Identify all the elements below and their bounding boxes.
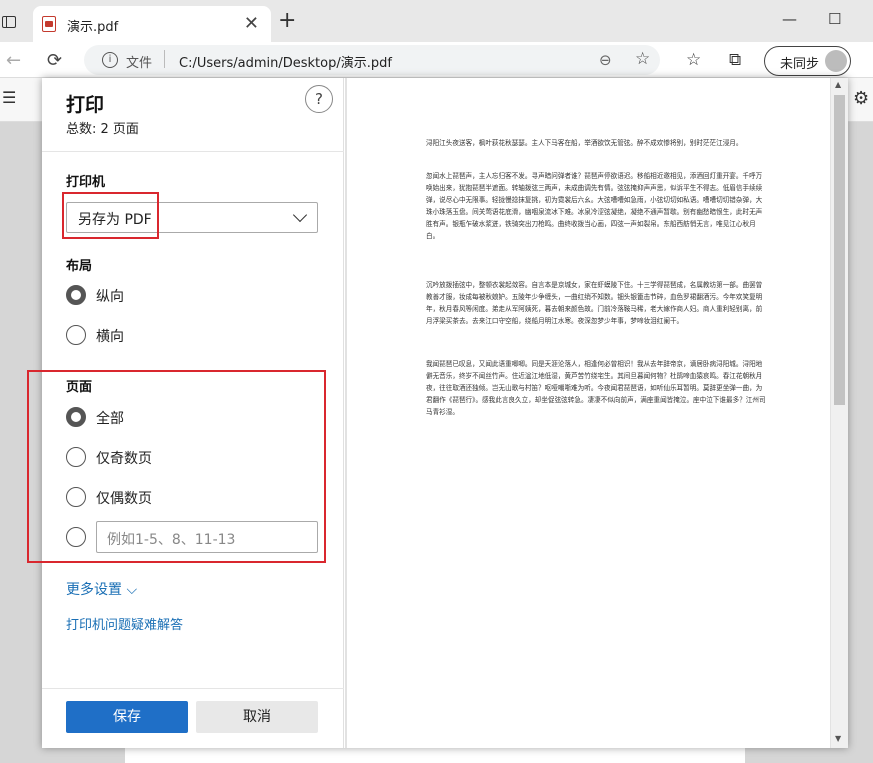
preview-page: 浔阳江头夜送客，枫叶荻花秋瑟瑟。主人下马客在船，举酒欲饮无管弦。醉不成欢惨将别，… — [347, 78, 830, 748]
layout-landscape-radio[interactable] — [66, 325, 86, 345]
scroll-thumb[interactable] — [834, 95, 845, 405]
scroll-up-icon[interactable]: ▲ — [835, 80, 841, 89]
address-bar[interactable]: i 文件 C:/Users/admin/Desktop/演示.pdf ⊖ ☆ — [84, 45, 660, 75]
print-dialog: 打印 总数: 2 页面 ? 打印机 另存为 PDF 布局 纵向 横向 页面 全部… — [27, 78, 848, 748]
scroll-down-icon[interactable]: ▼ — [835, 734, 841, 743]
pages-even-radio[interactable] — [66, 487, 86, 507]
reload-button[interactable]: ⟳ — [47, 50, 62, 71]
page-range-placeholder: 例如1-5、8、11-13 — [107, 532, 236, 548]
poem-paragraph-3: 沉吟放拨插弦中，整顿衣裳起敛容。自言本是京城女，家在虾蟆陵下住。十三学得琵琶成，… — [426, 281, 763, 326]
profile-label: 未同步 — [780, 57, 820, 72]
collections-icon[interactable]: ⧉ — [729, 50, 741, 70]
url-path[interactable]: C:/Users/admin/Desktop/演示.pdf — [179, 52, 392, 71]
poem-paragraph-1: 浔阳江头夜送客，枫叶荻花秋瑟瑟。主人下马客在船，举酒欲饮无管弦。醉不成欢惨将别，… — [426, 139, 743, 147]
tab-pdf[interactable]: 演示.pdf ✕ — [33, 6, 271, 42]
poem-paragraph-2: 忽闻水上琵琶声，主人忘归客不发。寻声暗问弹者谁？琵琶声停欲语迟。移船相近邀相见，… — [426, 172, 763, 241]
profile-button[interactable]: 未同步 — [764, 46, 851, 76]
pages-even-label[interactable]: 仅偶数页 — [96, 488, 152, 508]
pages-custom-radio[interactable] — [66, 527, 86, 547]
window-icon[interactable] — [2, 16, 16, 28]
address-toolbar: ← ⟳ i 文件 C:/Users/admin/Desktop/演示.pdf ⊖… — [0, 42, 873, 78]
dialog-title: 打印 — [66, 94, 105, 116]
pdf-icon — [42, 16, 56, 32]
printer-highlight — [62, 192, 159, 239]
contents-icon[interactable]: ☰ — [2, 88, 16, 107]
footer-divider — [42, 688, 344, 689]
poem-paragraph-4: 我闻琵琶已叹息，又闻此语重唧唧。同是天涯沦落人，相逢何必曾相识！我从去年辞帝京，… — [426, 360, 766, 417]
header-divider — [42, 151, 344, 152]
tab-title: 演示.pdf — [67, 20, 119, 35]
save-button[interactable]: 保存 — [66, 701, 188, 733]
page-range-input[interactable]: 例如1-5、8、11-13 — [96, 521, 318, 553]
maximize-button[interactable]: ☐ — [828, 10, 841, 28]
printer-label: 打印机 — [66, 175, 106, 190]
cancel-button[interactable]: 取消 — [196, 701, 318, 733]
pages-odd-radio[interactable] — [66, 447, 86, 467]
info-icon[interactable]: i — [102, 52, 118, 68]
help-button[interactable]: ? — [305, 85, 333, 113]
more-settings-link[interactable]: 更多设置 ⌵ — [66, 579, 137, 599]
url-divider — [164, 50, 165, 68]
page-total: 总数: 2 页面 — [66, 122, 139, 137]
new-tab-button[interactable]: + — [278, 10, 296, 32]
back-button[interactable]: ← — [6, 50, 21, 71]
pages-label: 页面 — [66, 380, 93, 395]
minimize-button[interactable]: — — [782, 10, 797, 28]
favorite-add-icon[interactable]: ☆ — [635, 49, 650, 69]
pages-all-label[interactable]: 全部 — [96, 408, 124, 428]
tab-bar: 演示.pdf ✕ + — ☐ — [0, 0, 873, 42]
print-settings-panel: 打印 总数: 2 页面 ? 打印机 另存为 PDF 布局 纵向 横向 页面 全部… — [27, 78, 344, 748]
chevron-down-icon — [292, 207, 308, 223]
preview-scrollbar[interactable]: ▲ ▼ — [831, 78, 848, 748]
layout-portrait-label[interactable]: 纵向 — [96, 286, 124, 306]
printer-troubleshoot-link[interactable]: 打印机问题疑难解答 — [66, 614, 183, 633]
zoom-out-icon[interactable]: ⊖ — [599, 51, 612, 69]
favorites-icon[interactable]: ☆ — [686, 50, 701, 70]
settings-icon[interactable]: ⚙ — [853, 88, 869, 109]
pages-odd-label[interactable]: 仅奇数页 — [96, 448, 152, 468]
layout-landscape-label[interactable]: 横向 — [96, 326, 124, 346]
layout-portrait-radio[interactable] — [66, 285, 86, 305]
print-preview: 浔阳江头夜送客，枫叶荻花秋瑟瑟。主人下马客在船，举酒欲饮无管弦。醉不成欢惨将别，… — [345, 78, 848, 748]
close-tab-icon[interactable]: ✕ — [244, 13, 259, 34]
layout-label: 布局 — [66, 259, 93, 274]
url-scheme: 文件 — [126, 56, 153, 71]
pages-all-radio[interactable] — [66, 407, 86, 427]
avatar-icon — [825, 50, 847, 72]
